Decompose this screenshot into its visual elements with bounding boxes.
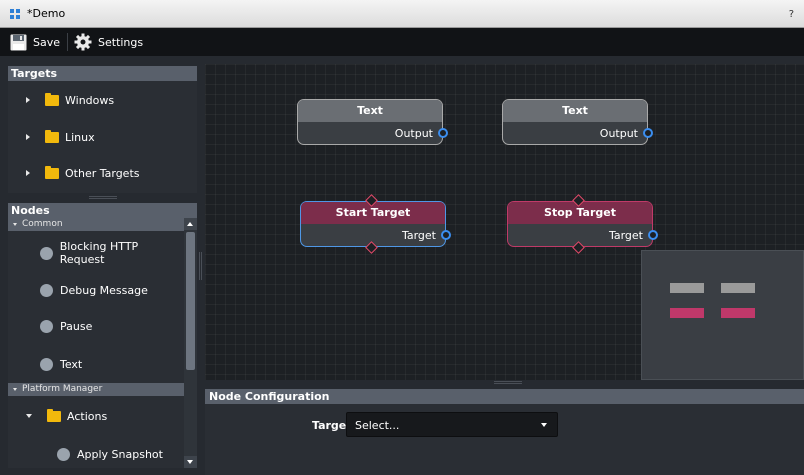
node-icon [57,447,70,461]
toolbar: Save Settings [0,28,804,56]
window-title: *Demo [27,7,66,20]
node-item-pause[interactable]: Pause [8,314,184,338]
targets-header: Targets [8,66,197,81]
expand-caret-icon[interactable] [26,170,30,176]
port-label: Output [394,127,433,140]
group-common[interactable]: Common [8,218,184,231]
output-port[interactable] [643,128,653,138]
node-title: Text [298,100,442,122]
nodes-header: Nodes [8,203,197,218]
graph-node-text[interactable]: Text Output [297,99,448,145]
node-icon [40,319,53,333]
floppy-disk-icon [10,34,27,50]
collapse-icon [13,388,17,391]
collapse-caret-icon[interactable] [26,414,32,418]
target-select[interactable]: Select... [346,412,558,437]
node-configuration-panel: Target Select... [205,404,804,475]
window-titlebar: *Demo ? [0,0,804,28]
targets-tree: Windows Linux Other Targets [8,81,197,193]
chevron-down-icon [541,423,547,427]
toolbar-separator [67,33,68,51]
node-title: Text [503,100,647,122]
panel-splitter[interactable] [89,196,117,199]
nodes-scrollbar[interactable] [184,218,197,468]
node-icon [40,246,53,260]
graph-canvas[interactable]: Text Output Text Output Start Target Tar… [205,64,804,380]
graph-node-text[interactable]: Text Output [502,99,653,145]
flow-out-port[interactable] [365,241,378,254]
tree-item-windows[interactable]: Windows [8,89,197,111]
tree-item-other-targets[interactable]: Other Targets [8,162,197,184]
node-item-apply-snapshot[interactable]: Apply Snapshot [8,442,184,466]
node-configuration-header: Node Configuration [205,389,804,404]
scroll-up-arrow-icon[interactable] [184,218,197,230]
gear-icon [74,33,92,51]
collapse-icon [13,223,17,226]
node-item-debug-message[interactable]: Debug Message [8,278,184,302]
folder-icon [45,92,59,106]
save-label: Save [33,35,61,49]
node-item-blocking-http-request[interactable]: Blocking HTTP Request [8,240,184,266]
minimap[interactable] [641,250,804,380]
folder-icon [45,165,59,179]
graph-node-start-target[interactable]: Start Target Target [300,194,451,254]
help-button[interactable]: ? [789,9,794,20]
minimap-node [721,283,755,293]
minimap-node [721,308,755,318]
target-select-value: Select... [355,419,400,432]
node-icon [40,357,53,371]
vertical-splitter[interactable] [199,252,202,280]
tree-item-linux[interactable]: Linux [8,126,197,148]
save-button[interactable]: Save [10,28,60,56]
folder-icon [47,408,61,422]
flow-out-port[interactable] [572,241,585,254]
group-platform-manager[interactable]: Platform Manager [8,383,184,396]
expand-caret-icon[interactable] [26,97,30,103]
graph-node-stop-target[interactable]: Stop Target Target [507,194,658,254]
settings-button[interactable]: Settings [74,28,143,56]
nodes-list: Common Blocking HTTP Request Debug Messa… [8,218,197,468]
folder-icon [45,129,59,143]
settings-label: Settings [98,35,144,49]
target-port[interactable] [441,230,451,240]
app-icon [10,9,22,19]
node-icon [40,283,53,297]
port-label: Output [599,127,638,140]
expand-caret-icon[interactable] [26,134,30,140]
horizontal-splitter[interactable] [494,381,522,384]
tree-item-actions[interactable]: Actions [8,405,184,427]
minimap-node [670,283,704,293]
target-port[interactable] [648,230,658,240]
output-port[interactable] [438,128,448,138]
scroll-thumb[interactable] [186,232,195,370]
port-label: Target [401,229,436,242]
port-label: Target [608,229,643,242]
scroll-down-arrow-icon[interactable] [184,456,197,468]
node-item-text[interactable]: Text [8,352,184,376]
minimap-node [670,308,704,318]
